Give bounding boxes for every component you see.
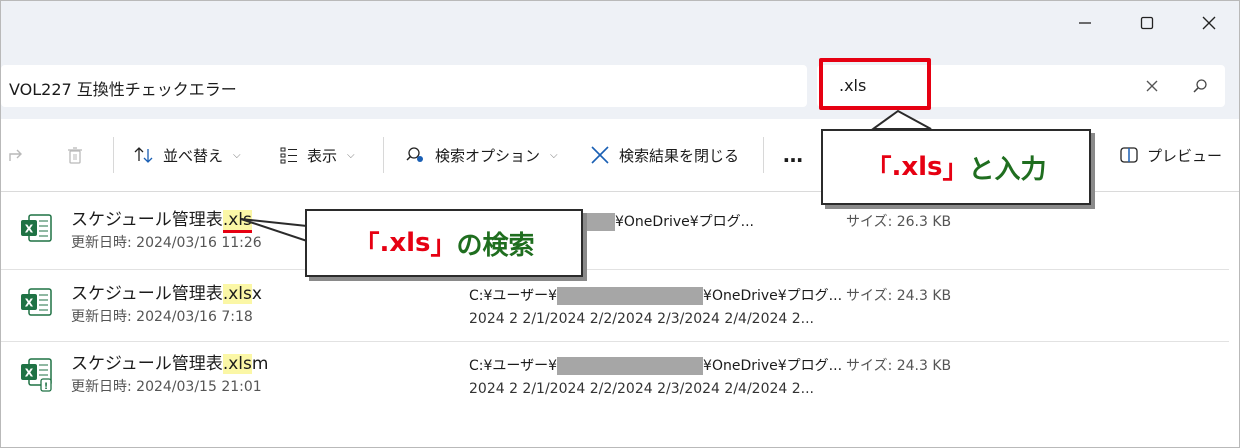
search-options-icon [406, 147, 423, 162]
close-search-label: 検索結果を閉じる [619, 146, 740, 165]
search-highlight-box [819, 58, 931, 110]
more-options-button[interactable]: … [783, 141, 803, 169]
sort-icon [134, 147, 153, 163]
modified-label: 更新日時: [71, 379, 132, 395]
chevron-down-icon: ⌵ [347, 149, 355, 161]
redacted-segment [557, 357, 704, 375]
modified-value: 2024/03/16 7:18 [136, 309, 253, 325]
callout-extension: .xls [379, 228, 431, 258]
redacted-segment [557, 287, 704, 305]
search-button[interactable] [1189, 75, 1211, 97]
view-button[interactable]: 表示 ⌵ [279, 141, 355, 169]
path-suffix: ¥OneDrive¥プログ... [615, 214, 754, 230]
close-icon [1146, 80, 1158, 92]
callout-bracket-close: 」 [430, 230, 457, 261]
clear-search-button[interactable] [1141, 75, 1163, 97]
file-name: スケジュール管理表.xlsm [71, 349, 268, 374]
file-name: スケジュール管理表.xlsx [71, 279, 262, 304]
preview-label: プレビュー [1147, 146, 1223, 165]
chevron-down-icon: ⌵ [550, 149, 558, 161]
file-name-base: スケジュール管理表 [71, 210, 223, 230]
modified-label: 更新日時: [71, 309, 132, 325]
file-size: サイズ: 24.3 KB [846, 288, 952, 304]
title-bar [1, 1, 1239, 49]
svg-text:!: ! [44, 382, 48, 392]
file-row[interactable]: X ! スケジュール管理表.xlsm 更新日時: 2024/03/15 21:0… [1, 341, 1229, 411]
path-suffix: ¥OneDrive¥プログ... [703, 288, 843, 304]
file-size: サイズ: 26.3 KB [846, 214, 952, 230]
search-icon [1193, 79, 1207, 93]
share-icon [9, 149, 22, 161]
excel-file-icon: X [21, 288, 52, 316]
close-icon [591, 146, 609, 164]
modified-label: 更新日時: [71, 235, 132, 251]
svg-text:X: X [25, 223, 34, 236]
callout-bracket-close: 」 [942, 154, 969, 185]
sort-button[interactable]: 並べ替え ⌵ [133, 141, 241, 169]
address-bar[interactable]: VOL227 互換性チェックエラー [1, 65, 807, 107]
maximize-icon [1140, 16, 1154, 30]
svg-text:X: X [25, 367, 34, 380]
address-row: VOL227 互換性チェックエラー .xls [1, 49, 1239, 119]
more-icon: … [783, 143, 803, 167]
close-search-button[interactable]: 検索結果を閉じる [589, 141, 739, 169]
toolbar-separator [383, 137, 384, 173]
delete-button[interactable] [65, 141, 85, 169]
file-content-snippet: 2024 2 2/1/2024 2/2/2024 2/3/2024 2/4/20… [469, 311, 815, 327]
callout-extension: .xls [891, 152, 943, 182]
path-prefix: C:¥ユーザー¥ [469, 288, 558, 304]
preview-pane-icon [1120, 147, 1138, 163]
row-divider [1, 269, 1229, 270]
toolbar-separator [113, 137, 114, 173]
callout-bracket-open: 「 [865, 154, 892, 185]
callout-text: の検索 [456, 230, 535, 261]
address-path: VOL227 互換性チェックエラー [9, 80, 237, 99]
minimize-button[interactable] [1073, 11, 1097, 35]
path-suffix: ¥OneDrive¥プログ... [703, 358, 843, 374]
svg-text:X: X [25, 297, 34, 310]
minimize-icon [1079, 22, 1091, 24]
share-button[interactable] [7, 141, 27, 169]
search-match-highlight: .xls [222, 354, 252, 374]
close-window-button[interactable] [1197, 11, 1221, 35]
excel-file-icon: X [21, 214, 52, 242]
file-row[interactable]: X スケジュール管理表.xls 更新日時: 2024/03/16 11:26 ¥… [1, 197, 1229, 267]
search-callout: 「 .xls 」 の検索 [305, 209, 583, 277]
input-callout: 「 .xls 」 と入力 [821, 129, 1091, 205]
file-name-base: スケジュール管理表 [71, 354, 223, 374]
callout-text: と入力 [968, 154, 1047, 185]
sort-label: 並べ替え [163, 146, 224, 165]
explorer-window: VOL227 互換性チェックエラー .xls 並べ替え ⌵ 表示 ⌵ 検索オプシ… [0, 0, 1240, 448]
excel-macro-file-icon: X ! [21, 358, 52, 392]
file-modified: 更新日時: 2024/03/15 21:01 [71, 376, 262, 396]
file-modified: 更新日時: 2024/03/16 7:18 [71, 306, 253, 326]
view-list-icon [280, 147, 297, 164]
file-name: スケジュール管理表.xls [71, 205, 252, 233]
file-row[interactable]: X スケジュール管理表.xlsx 更新日時: 2024/03/16 7:18 C… [1, 271, 1229, 341]
chevron-down-icon: ⌵ [233, 149, 241, 161]
callout-bracket-open: 「 [353, 230, 380, 261]
search-options-button[interactable]: 検索オプション ⌵ [405, 141, 558, 169]
file-name-rest: m [251, 354, 269, 374]
search-match-highlight: .xls [222, 210, 252, 233]
file-size: サイズ: 24.3 KB [846, 358, 952, 374]
modified-value: 2024/03/16 11:26 [136, 235, 262, 251]
search-options-label: 検索オプション [435, 146, 541, 165]
modified-value: 2024/03/15 21:01 [136, 379, 262, 395]
preview-button[interactable]: プレビュー [1119, 141, 1222, 169]
file-name-base: スケジュール管理表 [71, 284, 223, 304]
view-label: 表示 [307, 146, 338, 165]
search-match-highlight: .xls [222, 284, 252, 304]
file-content-snippet: 2024 2 2/1/2024 2/2/2024 2/3/2024 2/4/20… [469, 381, 815, 397]
file-name-rest: x [251, 284, 262, 304]
maximize-button[interactable] [1135, 11, 1159, 35]
file-modified: 更新日時: 2024/03/16 11:26 [71, 232, 262, 252]
file-path: C:¥ユーザー¥ ¥OneDrive¥プログ... [469, 355, 842, 375]
trash-icon [68, 147, 82, 164]
file-path: C:¥ユーザー¥ ¥OneDrive¥プログ... [469, 285, 842, 305]
close-icon [1202, 16, 1216, 30]
path-prefix: C:¥ユーザー¥ [469, 358, 558, 374]
toolbar-separator [763, 137, 764, 173]
